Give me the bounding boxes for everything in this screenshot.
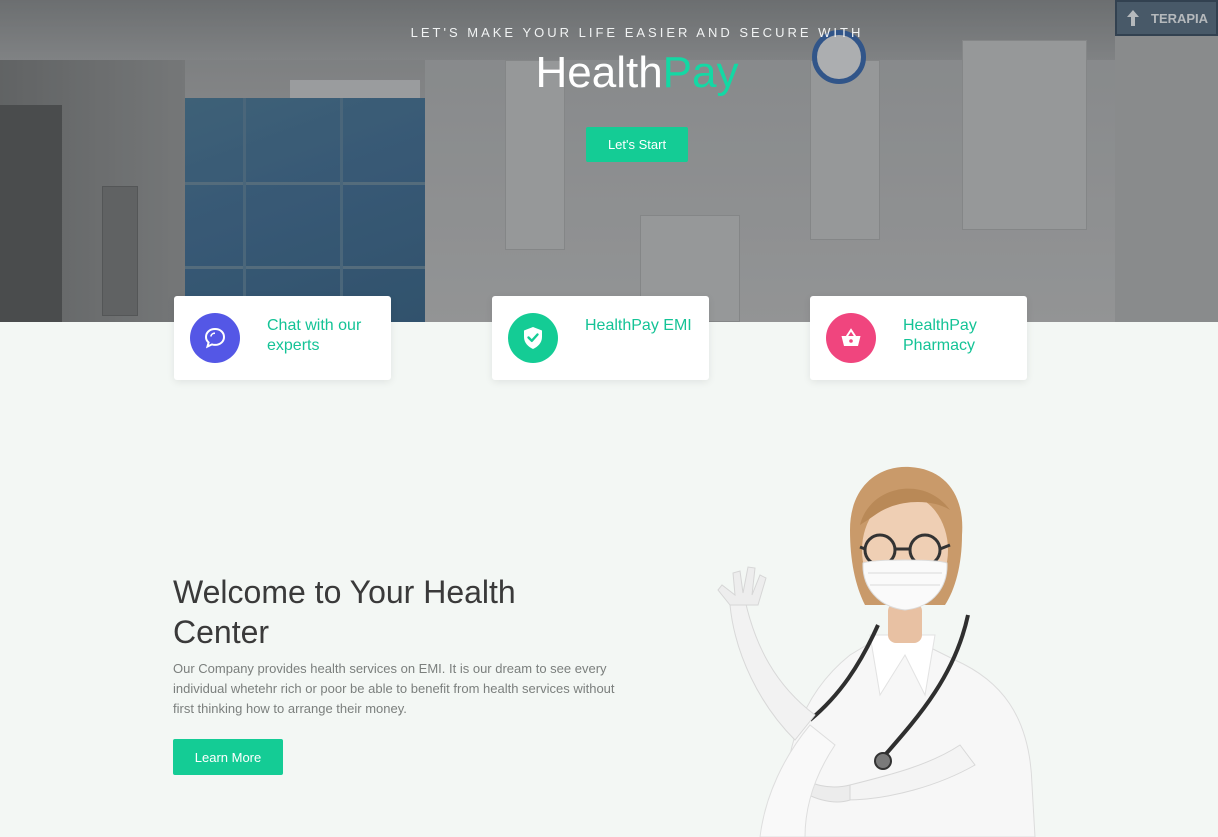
feature-card-emi[interactable]: HealthPay EMI — [492, 296, 709, 380]
brand-part-health: Health — [535, 48, 663, 97]
hero-tagline: LET'S MAKE YOUR LIFE EASIER AND SECURE W… — [410, 25, 864, 40]
learn-more-button[interactable]: Learn More — [173, 739, 283, 775]
brand-part-pay: Pay — [662, 48, 739, 97]
feature-card-pharmacy[interactable]: HealthPay Pharmacy — [810, 296, 1027, 380]
brand-logo: HealthPay — [0, 47, 1218, 99]
chat-icon — [190, 313, 240, 363]
welcome-description: Our Company provides health services on … — [173, 661, 615, 716]
basket-icon — [826, 313, 876, 363]
feature-card-label: HealthPay Pharmacy — [903, 317, 977, 354]
welcome-title: Welcome to Your Health Center — [173, 574, 516, 650]
feature-card-label: HealthPay EMI — [585, 317, 692, 334]
feature-card-label: Chat with our experts — [267, 317, 362, 354]
lets-start-button[interactable]: Let's Start — [586, 127, 688, 162]
doctor-image — [717, 466, 1036, 837]
shield-check-icon — [508, 313, 558, 363]
feature-card-chat[interactable]: Chat with our experts — [174, 296, 391, 380]
